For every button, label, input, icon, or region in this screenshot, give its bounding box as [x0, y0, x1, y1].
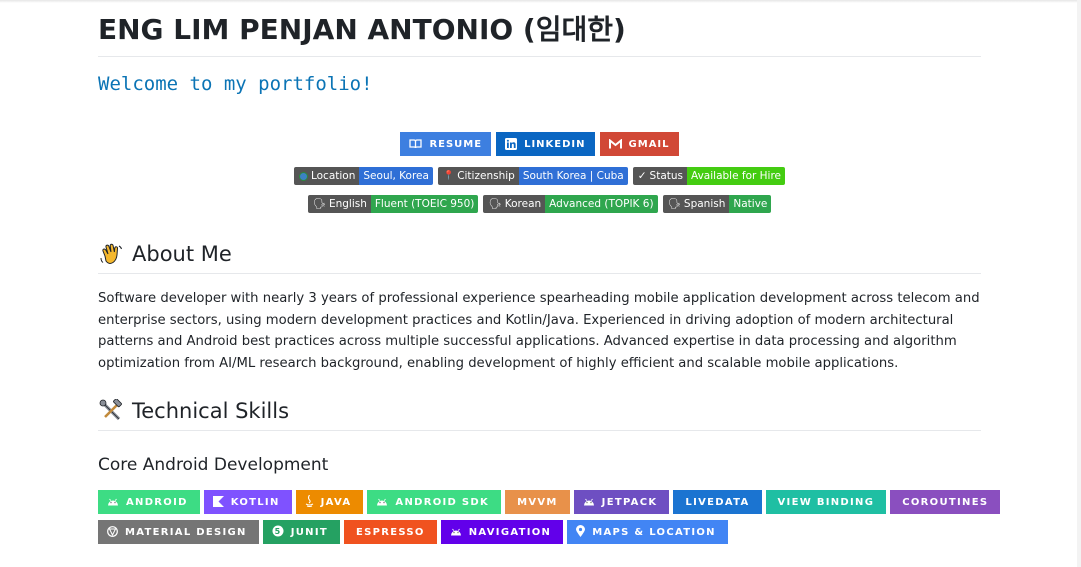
book-icon	[409, 139, 423, 149]
about-heading: About Me	[98, 240, 232, 268]
skill-navigation[interactable]: NAVIGATION	[440, 520, 564, 544]
skill-junit[interactable]: 5 JUNIT	[262, 520, 340, 544]
skill-mvvm[interactable]: MVVM	[505, 490, 570, 514]
skill-label: LIVEDATA	[685, 496, 750, 508]
skills-row-1: ANDROID KOTLIN JAVA ANDROID SDK MVVM JET…	[98, 490, 1001, 514]
korean-badge-value: Advanced (TOPIK 6)	[545, 195, 658, 213]
skill-livedata[interactable]: LIVEDATA	[673, 490, 762, 514]
window-top-shadow	[0, 0, 1081, 3]
gmail-label: GMAIL	[628, 138, 670, 150]
korean-badge-label: Korean	[504, 198, 542, 210]
about-text: Software developer with nearly 3 years o…	[98, 291, 980, 372]
skill-maps-location[interactable]: MAPS & LOCATION	[567, 520, 728, 544]
linkedin-button[interactable]: LINKEDIN	[496, 132, 595, 156]
skill-label: JUNIT	[290, 526, 328, 538]
material-icon	[107, 525, 118, 539]
skill-material-design[interactable]: MATERIAL DESIGN	[98, 520, 259, 544]
android-icon	[450, 527, 462, 538]
spanish-badge: 🗣 Spanish Native	[662, 195, 772, 213]
pin-icon: 📍	[442, 171, 455, 181]
about-divider	[98, 273, 981, 274]
spanish-badge-value: Native	[729, 195, 772, 213]
skill-label: NAVIGATION	[468, 526, 552, 538]
hammer-wrench-icon	[98, 398, 124, 424]
skills-divider	[98, 430, 981, 431]
skills-heading-text: Technical Skills	[132, 399, 290, 423]
skills-row-2: MATERIAL DESIGN 5 JUNIT ESPRESSO NAVIGAT…	[98, 520, 728, 544]
skill-label: ANDROID SDK	[395, 496, 490, 508]
gmail-icon	[608, 139, 622, 149]
java-icon	[305, 494, 314, 509]
citizenship-badge-label: Citizenship	[457, 170, 515, 182]
spanish-badge-label: Spanish	[683, 198, 726, 210]
citizenship-badge-value: South Korea | Cuba	[518, 167, 628, 185]
skill-label: ANDROID	[126, 496, 188, 508]
kotlin-icon	[212, 495, 224, 509]
location-badge-value: Seoul, Korea	[359, 167, 433, 185]
linkedin-icon	[505, 138, 518, 150]
core-android-heading: Core Android Development	[98, 455, 329, 475]
junit-icon: 5	[272, 525, 284, 539]
welcome-text: Welcome to my portfolio!	[98, 73, 373, 95]
resume-button[interactable]: RESUME	[400, 132, 492, 156]
skill-label: COROUTINES	[902, 496, 989, 508]
resume-label: RESUME	[429, 138, 483, 150]
skill-view-binding[interactable]: VIEW BINDING	[765, 490, 887, 514]
skill-android-sdk[interactable]: ANDROID SDK	[367, 490, 502, 514]
svg-text:5: 5	[274, 527, 281, 536]
skill-label: MATERIAL DESIGN	[125, 526, 247, 538]
location-badge: Location Seoul, Korea	[293, 167, 433, 185]
citizenship-badge: 📍 Citizenship South Korea | Cuba	[437, 167, 628, 185]
speech-icon: 🗣	[667, 198, 681, 210]
skill-label: VIEW BINDING	[777, 496, 875, 508]
english-badge-label: English	[328, 198, 367, 210]
map-pin-icon	[576, 525, 586, 539]
language-badges: 🗣 English Fluent (TOEIC 950) 🗣 Korean Adva…	[98, 195, 981, 213]
english-badge-value: Fluent (TOEIC 950)	[370, 195, 479, 213]
android-icon	[376, 497, 388, 508]
speech-icon: 🗣	[312, 198, 326, 210]
korean-badge: 🗣 Korean Advanced (TOPIK 6)	[483, 195, 658, 213]
skill-label: KOTLIN	[230, 496, 280, 508]
skill-label: MVVM	[517, 496, 558, 508]
skill-java[interactable]: JAVA	[295, 490, 364, 514]
skill-label: ESPRESSO	[355, 526, 425, 538]
info-badges: Location Seoul, Korea 📍 Citizenship South…	[98, 167, 981, 185]
about-heading-text: About Me	[132, 242, 232, 266]
english-badge: 🗣 English Fluent (TOEIC 950)	[307, 195, 479, 213]
check-icon: ✓	[637, 170, 647, 182]
status-badge: ✓ Status Available for Hire	[632, 167, 786, 185]
skill-label: MAPS & LOCATION	[592, 526, 716, 538]
scrollbar[interactable]	[1077, 0, 1081, 567]
location-badge-label: Location	[310, 170, 356, 182]
skill-label: JETPACK	[601, 496, 658, 508]
page-title: ENG LIM PENJAN ANTONIO (임대한)	[98, 13, 626, 46]
speech-icon: 🗣	[488, 198, 502, 210]
skill-coroutines[interactable]: COROUTINES	[890, 490, 1001, 514]
globe-icon	[298, 171, 308, 181]
android-icon	[583, 497, 595, 508]
status-badge-label: Status	[649, 170, 684, 182]
linkedin-label: LINKEDIN	[524, 138, 586, 150]
title-divider	[98, 56, 981, 57]
skill-kotlin[interactable]: KOTLIN	[203, 490, 292, 514]
skill-label: JAVA	[320, 496, 352, 508]
android-icon	[107, 497, 119, 508]
waving-hand-icon	[98, 241, 124, 267]
skills-heading: Technical Skills	[98, 397, 289, 425]
skill-jetpack[interactable]: JETPACK	[573, 490, 670, 514]
gmail-button[interactable]: GMAIL	[599, 132, 679, 156]
skill-android[interactable]: ANDROID	[98, 490, 200, 514]
link-buttons: RESUME LINKEDIN GMAIL	[98, 132, 981, 156]
status-badge-value: Available for Hire	[687, 167, 786, 185]
skill-espresso[interactable]: ESPRESSO	[343, 520, 437, 544]
